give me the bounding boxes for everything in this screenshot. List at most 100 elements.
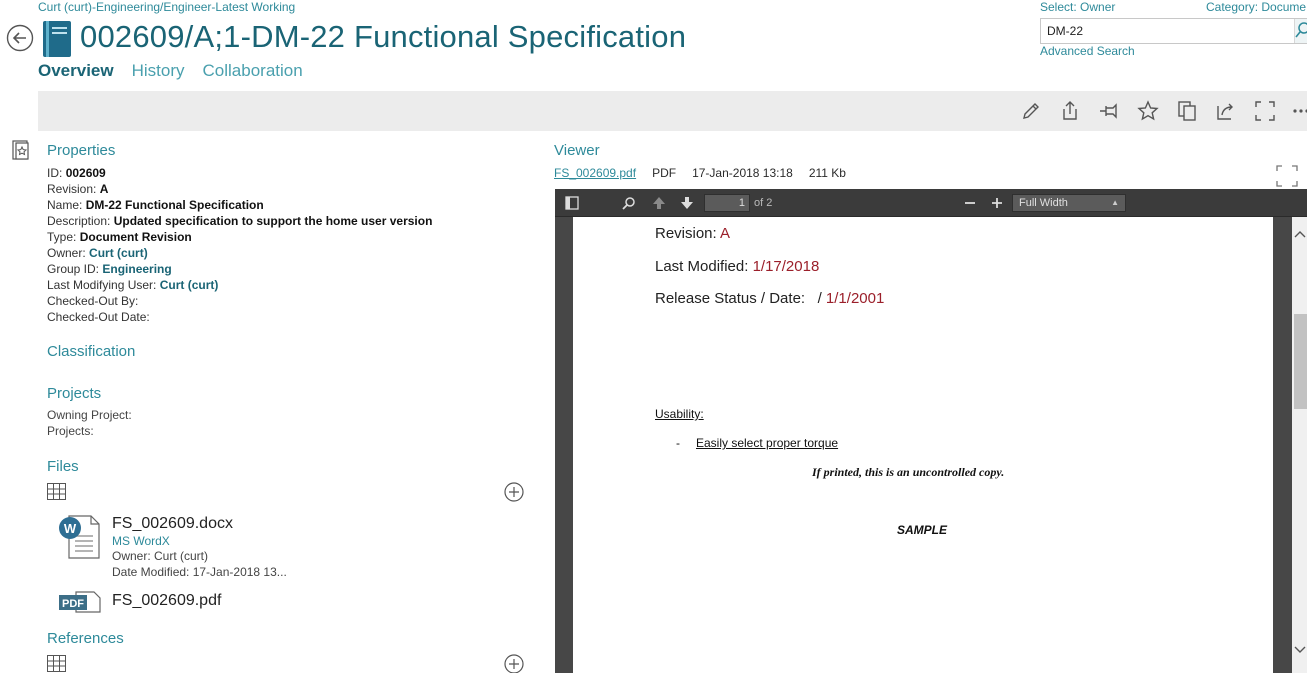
word-file-icon[interactable]: W	[57, 514, 101, 560]
pin-icon[interactable]	[1098, 100, 1120, 122]
prop-label: Checked-Out By:	[47, 294, 139, 308]
prop-last-modifying-user: Last Modifying User: Curt (curt)	[47, 278, 218, 292]
svg-text:PDF: PDF	[62, 598, 84, 610]
file-date-modified: Date Modified: 17-Jan-2018 13...	[112, 565, 287, 579]
prop-label: Name:	[47, 198, 83, 212]
add-file-icon[interactable]	[504, 482, 524, 502]
star-icon[interactable]	[1137, 100, 1159, 122]
grid-icon[interactable]	[47, 655, 66, 672]
pdf-file-icon[interactable]: PDF	[58, 591, 102, 613]
tab-bar: Overview History Collaboration	[38, 61, 303, 81]
viewer-file-size: 211 Kb	[808, 166, 846, 180]
prop-label: Checked-Out Date:	[47, 310, 150, 324]
pdf-uncontrolled-notice: If printed, this is an uncontrolled copy…	[812, 465, 1005, 479]
properties-heading[interactable]: Properties	[47, 142, 115, 159]
pdf-text: Last Modified:	[655, 258, 753, 275]
pdf-release-line: Release Status / Date: / 1/1/2001	[655, 290, 884, 307]
tab-overview[interactable]: Overview	[38, 61, 114, 81]
copy-icon[interactable]	[1176, 100, 1198, 122]
pdf-revision-line: Revision: A	[655, 225, 730, 242]
prop-group-id: Group ID: Engineering	[47, 262, 172, 276]
prop-label: Group ID:	[47, 262, 100, 276]
category-label[interactable]: Category: Docume	[1206, 0, 1306, 14]
viewer-file-info: FS_002609.pdf PDF 17-Jan-2018 13:18 211 …	[554, 166, 846, 180]
page-count: of 2	[754, 197, 773, 209]
prop-value: DM-22 Functional Specification	[85, 198, 264, 212]
file-name[interactable]: FS_002609.docx	[112, 515, 233, 533]
prop-value: Updated specification to support the hom…	[113, 214, 433, 228]
prop-label: Revision:	[47, 182, 97, 196]
zoom-in-icon[interactable]	[991, 197, 1003, 209]
add-reference-icon[interactable]	[504, 654, 524, 673]
export-icon[interactable]	[1215, 100, 1237, 122]
pdf-bullet-text: Easily select proper torque	[696, 436, 839, 450]
classification-heading[interactable]: Classification	[47, 343, 135, 360]
tab-history[interactable]: History	[132, 61, 185, 81]
bookmarks-icon[interactable]	[11, 139, 31, 161]
prop-label: Description:	[47, 214, 111, 228]
pdf-sample-mark: SAMPLE	[897, 523, 948, 537]
back-arrow-icon[interactable]	[6, 24, 34, 52]
owning-project-label: Owning Project:	[47, 408, 132, 422]
prop-id: ID: 002609	[47, 166, 106, 180]
advanced-search-link[interactable]: Advanced Search	[1040, 44, 1135, 58]
prop-label: Owner:	[47, 246, 86, 260]
more-icon[interactable]	[1292, 100, 1307, 122]
owner-link[interactable]: Curt (curt)	[89, 246, 148, 260]
prop-value: A	[99, 182, 109, 196]
search-button[interactable]	[1294, 19, 1307, 43]
viewer-file-link[interactable]: FS_002609.pdf	[554, 166, 636, 180]
previous-page-icon[interactable]	[652, 196, 666, 210]
viewer-expand-icon[interactable]	[1276, 165, 1298, 187]
group-link[interactable]: Engineering	[102, 262, 171, 276]
pencil-icon[interactable]	[1020, 100, 1042, 122]
scroll-up-icon[interactable]	[1294, 229, 1306, 239]
page-number-input[interactable]: 1	[704, 194, 750, 212]
document-icon	[43, 21, 71, 57]
search-input[interactable]	[1040, 18, 1307, 44]
file-name[interactable]: FS_002609.pdf	[112, 592, 221, 610]
prop-value: 002609	[65, 166, 106, 180]
file-owner: Owner: Curt (curt)	[112, 549, 209, 563]
fullscreen-icon[interactable]	[1254, 100, 1276, 122]
prop-label: Type:	[47, 230, 77, 244]
prop-checked-out-date: Checked-Out Date:	[47, 310, 150, 324]
file-app-link[interactable]: MS WordX	[112, 534, 170, 548]
prop-label: ID:	[47, 166, 63, 180]
pdf-text: Release Status / Date: /	[655, 290, 826, 307]
files-heading[interactable]: Files	[47, 458, 79, 475]
pdf-text-value: A	[720, 225, 731, 242]
select-owner-label[interactable]: Select: Owner	[1040, 0, 1115, 14]
svg-text:W: W	[64, 521, 77, 536]
tab-collaboration[interactable]: Collaboration	[203, 61, 303, 81]
context-path[interactable]: Curt (curt)-Engineering/Engineer-Latest …	[38, 0, 295, 14]
pdf-bullet-dash: -	[676, 436, 680, 450]
share-icon[interactable]	[1059, 100, 1081, 122]
find-icon[interactable]	[622, 196, 636, 210]
viewer-heading[interactable]: Viewer	[554, 142, 600, 159]
grid-icon[interactable]	[47, 483, 66, 500]
viewer-file-type: PDF	[652, 166, 677, 180]
projects-heading[interactable]: Projects	[47, 385, 101, 402]
next-page-icon[interactable]	[680, 196, 694, 210]
pdf-scrollbar-thumb[interactable]	[1294, 314, 1307, 409]
sidebar-toggle-icon[interactable]	[565, 196, 579, 210]
pdf-scrollbar[interactable]	[1292, 217, 1307, 673]
zoom-value: Full Width	[1019, 197, 1068, 209]
references-heading[interactable]: References	[47, 630, 124, 647]
prop-owner: Owner: Curt (curt)	[47, 246, 148, 260]
pdf-text: Revision:	[655, 225, 721, 242]
zoom-out-icon[interactable]	[964, 197, 976, 209]
prop-value: Document Revision	[79, 230, 192, 244]
prop-description: Description: Updated specification to su…	[47, 214, 432, 228]
viewer-file-date: 17-Jan-2018 13:18	[692, 166, 793, 180]
scroll-down-icon[interactable]	[1294, 645, 1306, 655]
projects-label: Projects:	[47, 424, 94, 438]
prop-label: Last Modifying User:	[47, 278, 157, 292]
zoom-select[interactable]: Full Width ▲	[1012, 194, 1126, 212]
chevron-down-icon: ▲	[1111, 198, 1119, 207]
pdf-text-value: 1/17/2018	[752, 258, 820, 275]
modifying-user-link[interactable]: Curt (curt)	[160, 278, 219, 292]
prop-type: Type: Document Revision	[47, 230, 192, 244]
pdf-toolbar	[555, 189, 1307, 217]
